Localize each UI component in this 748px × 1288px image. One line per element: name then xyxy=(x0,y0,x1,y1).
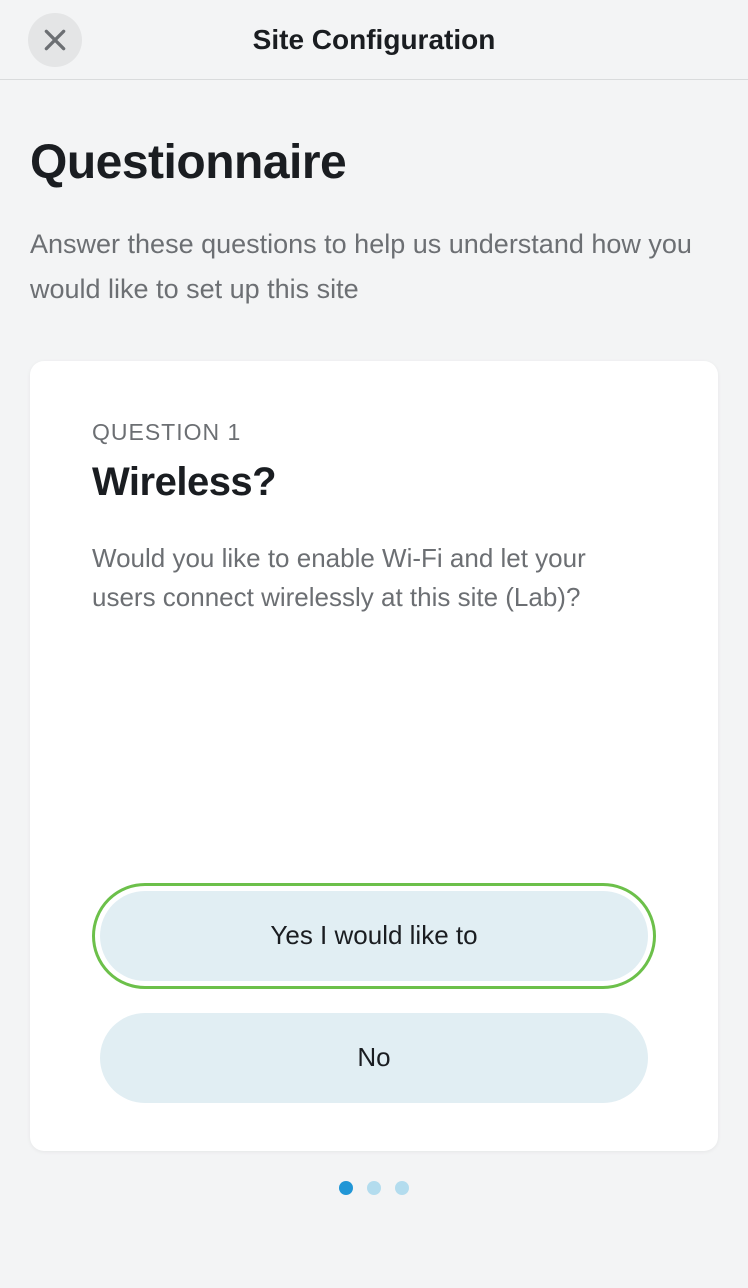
header: Site Configuration xyxy=(0,0,748,80)
question-label: QUESTION 1 xyxy=(92,419,656,446)
answer-no-wrapper: No xyxy=(92,1005,656,1111)
question-title: Wireless? xyxy=(92,460,656,505)
page-title: Questionnaire xyxy=(30,135,718,190)
answer-yes-wrapper: Yes I would like to xyxy=(92,883,656,989)
answer-yes-button[interactable]: Yes I would like to xyxy=(100,891,648,981)
pager-dot-2[interactable] xyxy=(367,1181,381,1195)
content: Questionnaire Answer these questions to … xyxy=(0,80,748,1195)
answer-no-button[interactable]: No xyxy=(100,1013,648,1103)
pager xyxy=(30,1181,718,1195)
answer-button-group: Yes I would like to No xyxy=(92,883,656,1111)
header-title: Site Configuration xyxy=(20,24,728,56)
pager-dot-1[interactable] xyxy=(339,1181,353,1195)
page-subtitle: Answer these questions to help us unders… xyxy=(30,222,718,313)
question-card: QUESTION 1 Wireless? Would you like to e… xyxy=(30,361,718,1151)
close-button[interactable] xyxy=(28,13,82,67)
close-icon xyxy=(42,27,68,53)
question-body: Would you like to enable Wi-Fi and let y… xyxy=(92,539,656,617)
pager-dot-3[interactable] xyxy=(395,1181,409,1195)
